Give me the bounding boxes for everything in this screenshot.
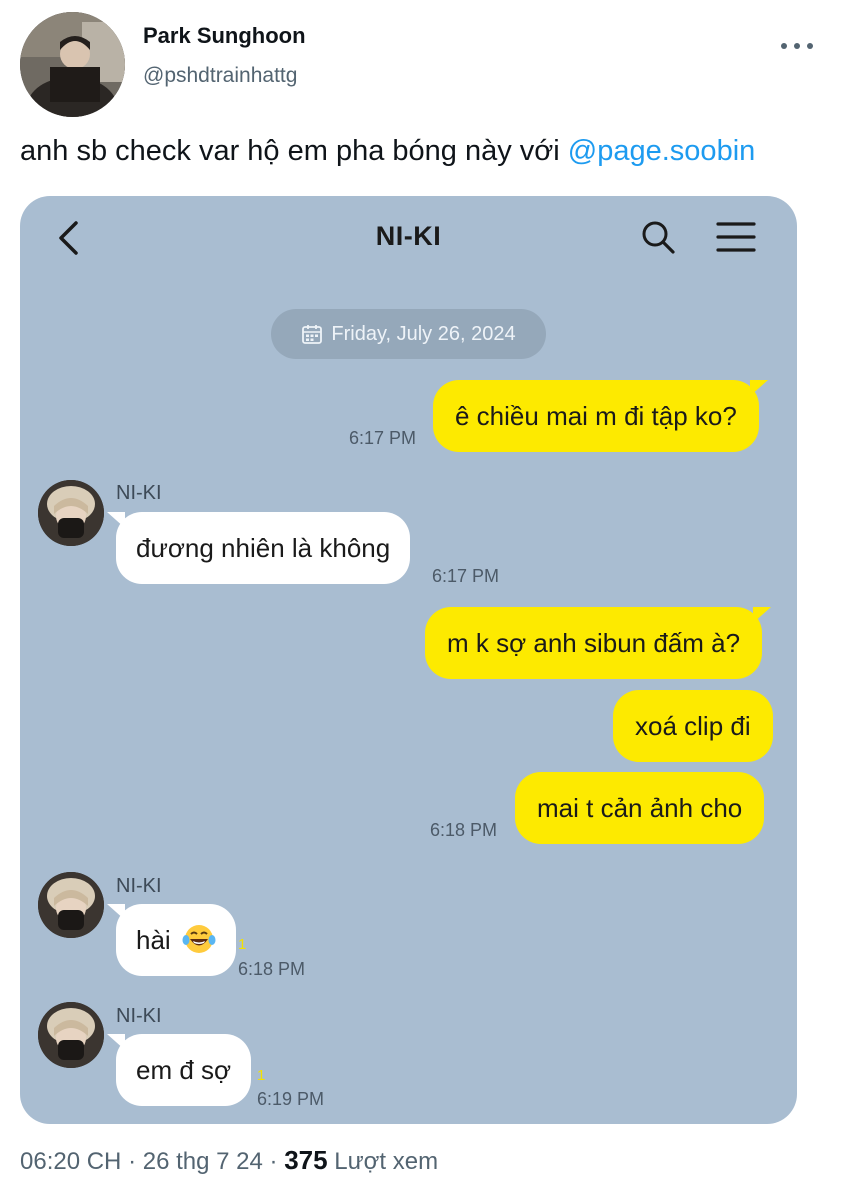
more-dot xyxy=(781,43,787,49)
message-time: 6:17 PM xyxy=(349,428,417,448)
date-label: Friday, July 26, 2024 xyxy=(331,322,516,345)
peer-avatar[interactable] xyxy=(38,1002,104,1068)
more-dot xyxy=(807,43,813,49)
sender-name: NI-KI xyxy=(116,482,162,504)
post-time[interactable]: 06:20 CH xyxy=(20,1148,121,1175)
chat-screenshot[interactable]: NI-KI Friday, July 26, 2024 6:17 PM ê ch… xyxy=(20,196,797,1124)
views-label: Lượt xem xyxy=(334,1148,439,1175)
chat-title: NI-KI xyxy=(375,221,442,251)
peer-message-text: hài xyxy=(136,925,171,955)
message-time: 6:18 PM xyxy=(238,959,306,979)
laughing-tears-emoji xyxy=(182,925,216,954)
meta-separator: · xyxy=(269,1148,278,1175)
sender-name: NI-KI xyxy=(116,875,162,897)
post-header: Park Sunghoon @pshdtrainhattg xyxy=(20,12,823,120)
calendar-icon xyxy=(302,325,323,344)
sender-name: NI-KI xyxy=(116,1005,162,1027)
my-message-bubble[interactable]: m k sợ anh sibun đấm à? xyxy=(425,607,772,679)
more-dot xyxy=(794,43,800,49)
peer-message-bubble[interactable]: hài xyxy=(107,904,236,976)
peer-message-bubble[interactable]: đương nhiên là không xyxy=(106,512,411,584)
author-avatar[interactable] xyxy=(20,12,125,117)
view-count: 375 xyxy=(284,1145,328,1175)
more-icon[interactable] xyxy=(781,34,813,58)
meta-separator: · xyxy=(128,1148,137,1175)
tweet-body: anh sb check var hộ em pha bóng này với xyxy=(20,135,568,167)
tweet-meta: 06:20 CH · 26 thg 7 24 · 375 Lượt xem xyxy=(20,1145,438,1176)
message-time: 6:19 PM xyxy=(257,1089,325,1109)
my-message-bubble[interactable]: xoá clip đi xyxy=(613,690,773,762)
my-message-bubble[interactable]: mai t cản ảnh cho xyxy=(515,772,765,844)
my-message-bubble[interactable]: ê chiều mai m đi tập ko? xyxy=(433,380,768,452)
peer-avatar[interactable] xyxy=(38,872,104,938)
unread-count: 1 xyxy=(238,936,247,953)
post-date[interactable]: 26 thg 7 24 xyxy=(143,1148,263,1175)
author-name[interactable]: Park Sunghoon xyxy=(143,23,306,49)
unread-count: 1 xyxy=(257,1067,266,1084)
message-time: 6:17 PM xyxy=(432,566,500,586)
peer-message-bubble[interactable]: em đ sợ xyxy=(106,1034,252,1106)
search-icon[interactable] xyxy=(640,219,676,255)
peer-avatar[interactable] xyxy=(38,480,104,546)
chat-header: NI-KI xyxy=(20,196,797,280)
author-handle[interactable]: @pshdtrainhattg xyxy=(143,64,297,88)
date-divider: Friday, July 26, 2024 xyxy=(271,309,546,359)
mention-link[interactable]: @page.soobin xyxy=(568,135,755,167)
message-time: 6:18 PM xyxy=(430,820,498,840)
tweet-text: anh sb check var hộ em pha bóng này với … xyxy=(20,135,755,168)
menu-icon[interactable] xyxy=(716,220,756,254)
